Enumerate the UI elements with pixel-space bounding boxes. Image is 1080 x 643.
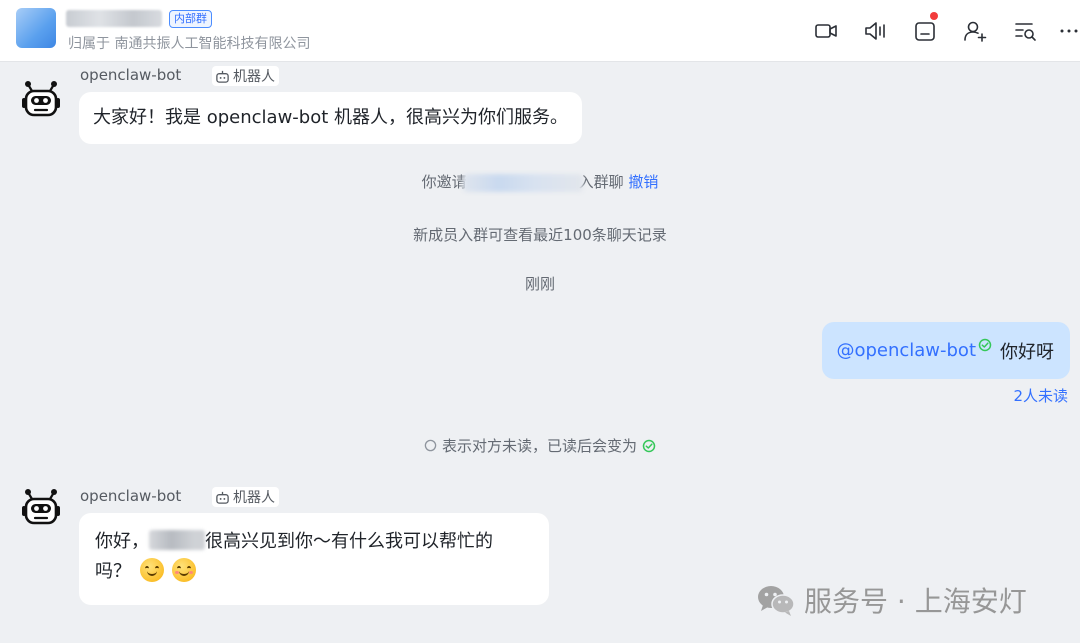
read-check-icon [978, 338, 992, 351]
sender-name[interactable]: openclaw-bot [80, 487, 181, 505]
outgoing-message-bubble[interactable]: @openclaw-bot 你好呀 [822, 322, 1070, 379]
robot-icon [22, 81, 60, 117]
search-history-icon [1015, 23, 1036, 41]
bot-badge-icon [216, 70, 229, 83]
bot-badge-label: 机器人 [233, 490, 275, 506]
outgoing-message-text: 你好呀 [1000, 341, 1054, 363]
read-hint-text: 表示对方未读，已读后会变为 [441, 437, 637, 455]
video-call-button[interactable] [811, 14, 841, 48]
message-line: 吗？ [95, 557, 533, 587]
timestamp: 刚刚 [524, 275, 555, 293]
chat-header: 内部群 归属于 南通共振人工智能科技有限公司 [0, 0, 1080, 62]
invite-prefix: 你邀请 [421, 173, 467, 191]
read-check-icon [642, 439, 656, 453]
wechat-logo-icon [758, 586, 795, 616]
message-bubble[interactable]: 大家好！我是 openclaw-bot 机器人，很高兴为你们服务。 [79, 92, 583, 144]
video-call-icon [815, 24, 837, 38]
mention-link[interactable]: @openclaw-bot [836, 340, 976, 361]
message-text: 你好， [95, 531, 149, 552]
add-member-button[interactable] [960, 14, 990, 48]
sender-name[interactable]: openclaw-bot [80, 66, 181, 84]
unread-count-link[interactable]: 2人未读 [1013, 385, 1068, 406]
robot-icon [22, 489, 60, 525]
mute-button[interactable] [860, 14, 890, 48]
unread-circle-icon [424, 439, 437, 452]
group-notice-button[interactable] [910, 12, 940, 48]
header-toolbar [0, 12, 1080, 48]
message-bubble[interactable]: 你好， 很高兴见到你～有什么我可以帮忙的 吗？ [79, 513, 549, 605]
more-icon [1060, 29, 1078, 33]
notification-dot [930, 12, 938, 20]
blush-emoji-icon [172, 558, 197, 582]
invite-suffix: 入群聊 [578, 173, 624, 191]
bot-avatar[interactable] [18, 484, 64, 530]
watermark: 服务号 · 上海安灯 [756, 580, 1027, 620]
read-hint-notice: 表示对方未读，已读后会变为 [0, 435, 1080, 456]
smile-emoji-icon [139, 558, 164, 582]
undo-invite-link[interactable]: 撤销 [628, 173, 658, 191]
search-history-button[interactable] [1010, 14, 1040, 48]
bot-badge: 机器人 [212, 66, 279, 86]
history-notice: 新成员入群可查看最近100条聊天记录 [413, 226, 667, 244]
message-text: 大家好！我是 openclaw-bot 机器人，很高兴为你们服务。 [93, 107, 569, 128]
message-line: 你好， 很高兴见到你～有什么我可以帮忙的 [95, 527, 533, 557]
mute-icon [865, 22, 885, 40]
bot-badge: 机器人 [212, 487, 279, 507]
message-text: 吗？ [95, 561, 131, 582]
bot-avatar[interactable] [18, 76, 64, 122]
add-member-icon [964, 21, 987, 42]
bot-badge-icon [216, 491, 229, 504]
message-text: 很高兴见到你～有什么我可以帮忙的 [205, 531, 493, 552]
more-button[interactable] [1058, 14, 1080, 48]
notice-icon [915, 22, 935, 41]
bot-badge-label: 机器人 [233, 69, 275, 85]
invitee-name-redacted [462, 173, 583, 192]
system-invite-notice: 你邀请 入群聊 撤销 [0, 171, 1080, 192]
watermark-text: 服务号 · 上海安灯 [804, 585, 1027, 618]
user-name-redacted [149, 530, 205, 550]
